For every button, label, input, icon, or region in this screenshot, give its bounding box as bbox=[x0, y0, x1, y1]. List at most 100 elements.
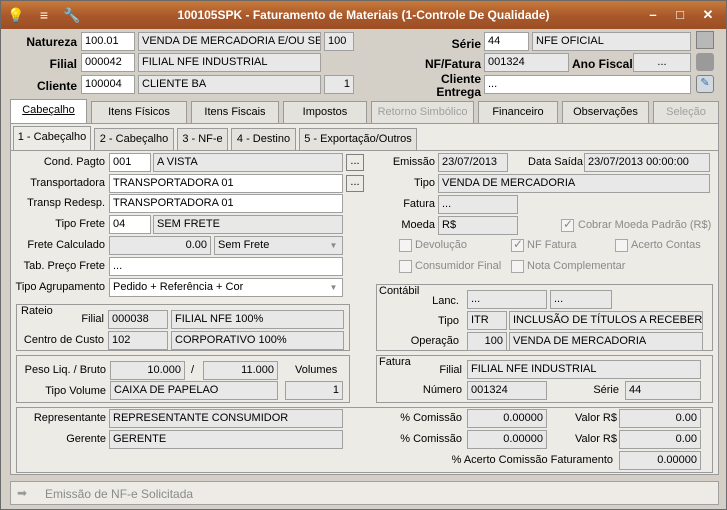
serie-desc-field: NFE OFICIAL bbox=[532, 32, 691, 51]
moeda-field: R$ bbox=[438, 216, 518, 235]
contabil-tipo-label: Tipo bbox=[438, 315, 459, 327]
cliente-entrega-field[interactable]: ... bbox=[484, 75, 691, 94]
lanc-label: Lanc. bbox=[432, 295, 459, 307]
cliente-desc-field: CLIENTE BA bbox=[138, 75, 321, 94]
natureza-desc-field: VENDA DE MERCADORIA E/OU SERVI bbox=[138, 32, 321, 51]
tab-cabecalho[interactable]: Cabeçalho bbox=[10, 99, 87, 123]
transportadora-lookup-button[interactable]: ... bbox=[346, 175, 364, 192]
status-text: Emissão de NF-e Solicitada bbox=[45, 487, 194, 501]
operacao-label: Operação bbox=[410, 335, 459, 347]
valor-label-1: Valor R$ bbox=[575, 412, 617, 424]
transportadora-field[interactable]: TRANSPORTADORA 01 bbox=[109, 174, 343, 193]
frete-calculado-select[interactable]: Sem Frete ▼ bbox=[214, 236, 343, 255]
title-bar: 💡 ≡ 🔧 100105SPK - Faturamento de Materia… bbox=[1, 1, 726, 29]
transp-redesp-field[interactable]: TRANSPORTADORA 01 bbox=[109, 194, 343, 213]
tipo-volume-label: Tipo Volume bbox=[45, 385, 106, 397]
nf-fatura-label: NF/Fatura bbox=[424, 57, 481, 71]
nota-complementar-label: Nota Complementar bbox=[527, 260, 626, 272]
frete-calculado-field: 0.00 bbox=[109, 236, 211, 255]
emissao-field: 23/07/2013 bbox=[438, 153, 508, 172]
tab-financeiro[interactable]: Financeiro bbox=[478, 101, 558, 123]
transp-redesp-label: Transp Redesp. bbox=[27, 197, 105, 209]
gerente-field: GERENTE bbox=[109, 430, 343, 449]
frete-calculado-label: Frete Calculado bbox=[27, 239, 105, 251]
subtab-4[interactable]: 4 - Destino bbox=[231, 128, 296, 150]
volumes-field: 1 bbox=[285, 381, 343, 400]
tab-itens-fiscais[interactable]: Itens Fiscais bbox=[191, 101, 279, 123]
fatura-label: Fatura bbox=[403, 198, 435, 210]
gear-icon[interactable] bbox=[696, 53, 714, 71]
fatura-numero-label: Número bbox=[422, 384, 462, 396]
contabil-tipo-desc-field: INCLUSÃO DE TÍTULOS A RECEBER bbox=[509, 311, 703, 330]
cobrar-moeda-checkbox[interactable] bbox=[561, 217, 574, 232]
cond-pagto-lookup-button[interactable]: ... bbox=[346, 154, 364, 171]
cond-pagto-desc-field: A VISTA bbox=[153, 153, 343, 172]
fatura-serie-field: 44 bbox=[625, 381, 701, 400]
peso-separator: / bbox=[191, 364, 195, 376]
transportadora-label: Transportadora bbox=[30, 177, 105, 189]
tipo-volume-field: CAIXA DE PAPELAO bbox=[110, 381, 278, 400]
tab-impostos[interactable]: Impostos bbox=[283, 101, 367, 123]
moeda-label: Moeda bbox=[401, 219, 435, 231]
nf-fatura-label: NF Fatura bbox=[527, 239, 577, 251]
filial-code-field[interactable]: 000042 bbox=[81, 53, 135, 72]
comissao-pct-field-1: 0.00000 bbox=[467, 409, 547, 428]
serie-label: Série bbox=[451, 37, 481, 51]
tab-preco-frete-label: Tab. Preço Frete bbox=[23, 260, 105, 272]
tab-retorno-simbolico[interactable]: Retorno Simbólico bbox=[371, 101, 474, 123]
contabil-tipo-code-field: ITR bbox=[467, 311, 507, 330]
acerto-comissao-label: % Acerto Comissão Faturamento bbox=[451, 454, 613, 466]
minimize-button[interactable]: – bbox=[643, 7, 663, 23]
valor-field-2: 0.00 bbox=[619, 430, 701, 449]
lanc-field-b: ... bbox=[550, 290, 612, 309]
maximize-button[interactable]: □ bbox=[670, 7, 690, 23]
nf-fatura-checkbox[interactable] bbox=[511, 237, 524, 252]
cond-pagto-label: Cond. Pagto bbox=[43, 156, 105, 168]
tab-itens-fisicos[interactable]: Itens Físicos bbox=[91, 101, 187, 123]
natureza-code-field[interactable]: 100.01 bbox=[81, 32, 135, 51]
representante-field: REPRESENTANTE CONSUMIDOR bbox=[109, 409, 343, 428]
operacao-desc-field: VENDA DE MERCADORIA bbox=[509, 332, 703, 351]
tipo-agrupamento-select[interactable]: Pedido + Referência + Cor ▼ bbox=[109, 278, 343, 297]
tipo-agrupamento-label: Tipo Agrupamento bbox=[15, 281, 105, 293]
cliente-num-field: 1 bbox=[324, 75, 354, 94]
representante-label: Representante bbox=[33, 412, 106, 424]
window-title: 100105SPK - Faturamento de Materiais (1-… bbox=[177, 8, 550, 22]
nota-complementar-checkbox[interactable] bbox=[511, 260, 524, 273]
natureza-label: Natureza bbox=[26, 35, 77, 49]
serie-code-field[interactable]: 44 bbox=[484, 32, 529, 51]
tab-panel: 1 - Cabeçalho 2 - Cabeçalho 3 - NF-e 4 -… bbox=[10, 123, 719, 475]
acerto-contas-checkbox[interactable] bbox=[615, 239, 628, 252]
subtab-3[interactable]: 3 - NF-e bbox=[177, 128, 228, 150]
cliente-code-field[interactable]: 100004 bbox=[81, 75, 135, 94]
emissao-label: Emissão bbox=[392, 156, 435, 168]
tipo-frete-code-field[interactable]: 04 bbox=[109, 215, 151, 234]
close-button[interactable]: ✕ bbox=[698, 7, 718, 23]
tab-selecao[interactable]: Seleção bbox=[653, 101, 719, 123]
edit-icon[interactable]: ✎ bbox=[696, 75, 714, 93]
consumidor-final-checkbox[interactable] bbox=[399, 260, 412, 273]
subtab-5[interactable]: 5 - Exportação/Outros bbox=[299, 128, 417, 150]
cliente-entrega-label-2: Entrega bbox=[436, 85, 481, 99]
tab-preco-frete-field[interactable]: ... bbox=[109, 257, 343, 276]
devolucao-label: Devolução bbox=[415, 239, 467, 251]
subtab-1[interactable]: 1 - Cabeçalho bbox=[13, 126, 91, 150]
comissao-pct-field-2: 0.00000 bbox=[467, 430, 547, 449]
peso-label: Peso Liq. / Bruto bbox=[24, 364, 106, 376]
comissao-pct-label-1: % Comissão bbox=[400, 412, 462, 424]
data-saida-field: 23/07/2013 00:00:00 bbox=[584, 153, 710, 172]
cond-pagto-code-field[interactable]: 001 bbox=[109, 153, 151, 172]
serie-button[interactable] bbox=[696, 31, 714, 49]
consumidor-final-label: Consumidor Final bbox=[415, 260, 502, 272]
lanc-field-a: ... bbox=[467, 290, 547, 309]
chevron-down-icon: ▼ bbox=[329, 283, 338, 292]
devolucao-checkbox[interactable] bbox=[399, 239, 412, 252]
fatura-numero-field: 001324 bbox=[467, 381, 547, 400]
fatura-filial-field: FILIAL NFE INDUSTRIAL bbox=[467, 360, 701, 379]
tab-observacoes[interactable]: Observações bbox=[562, 101, 649, 123]
subtab-divider bbox=[11, 150, 718, 151]
fatura-filial-label: Filial bbox=[439, 364, 462, 376]
subtab-2[interactable]: 2 - Cabeçalho bbox=[94, 128, 174, 150]
filial-label: Filial bbox=[49, 57, 77, 71]
cliente-entrega-label-1: Cliente bbox=[440, 72, 481, 86]
